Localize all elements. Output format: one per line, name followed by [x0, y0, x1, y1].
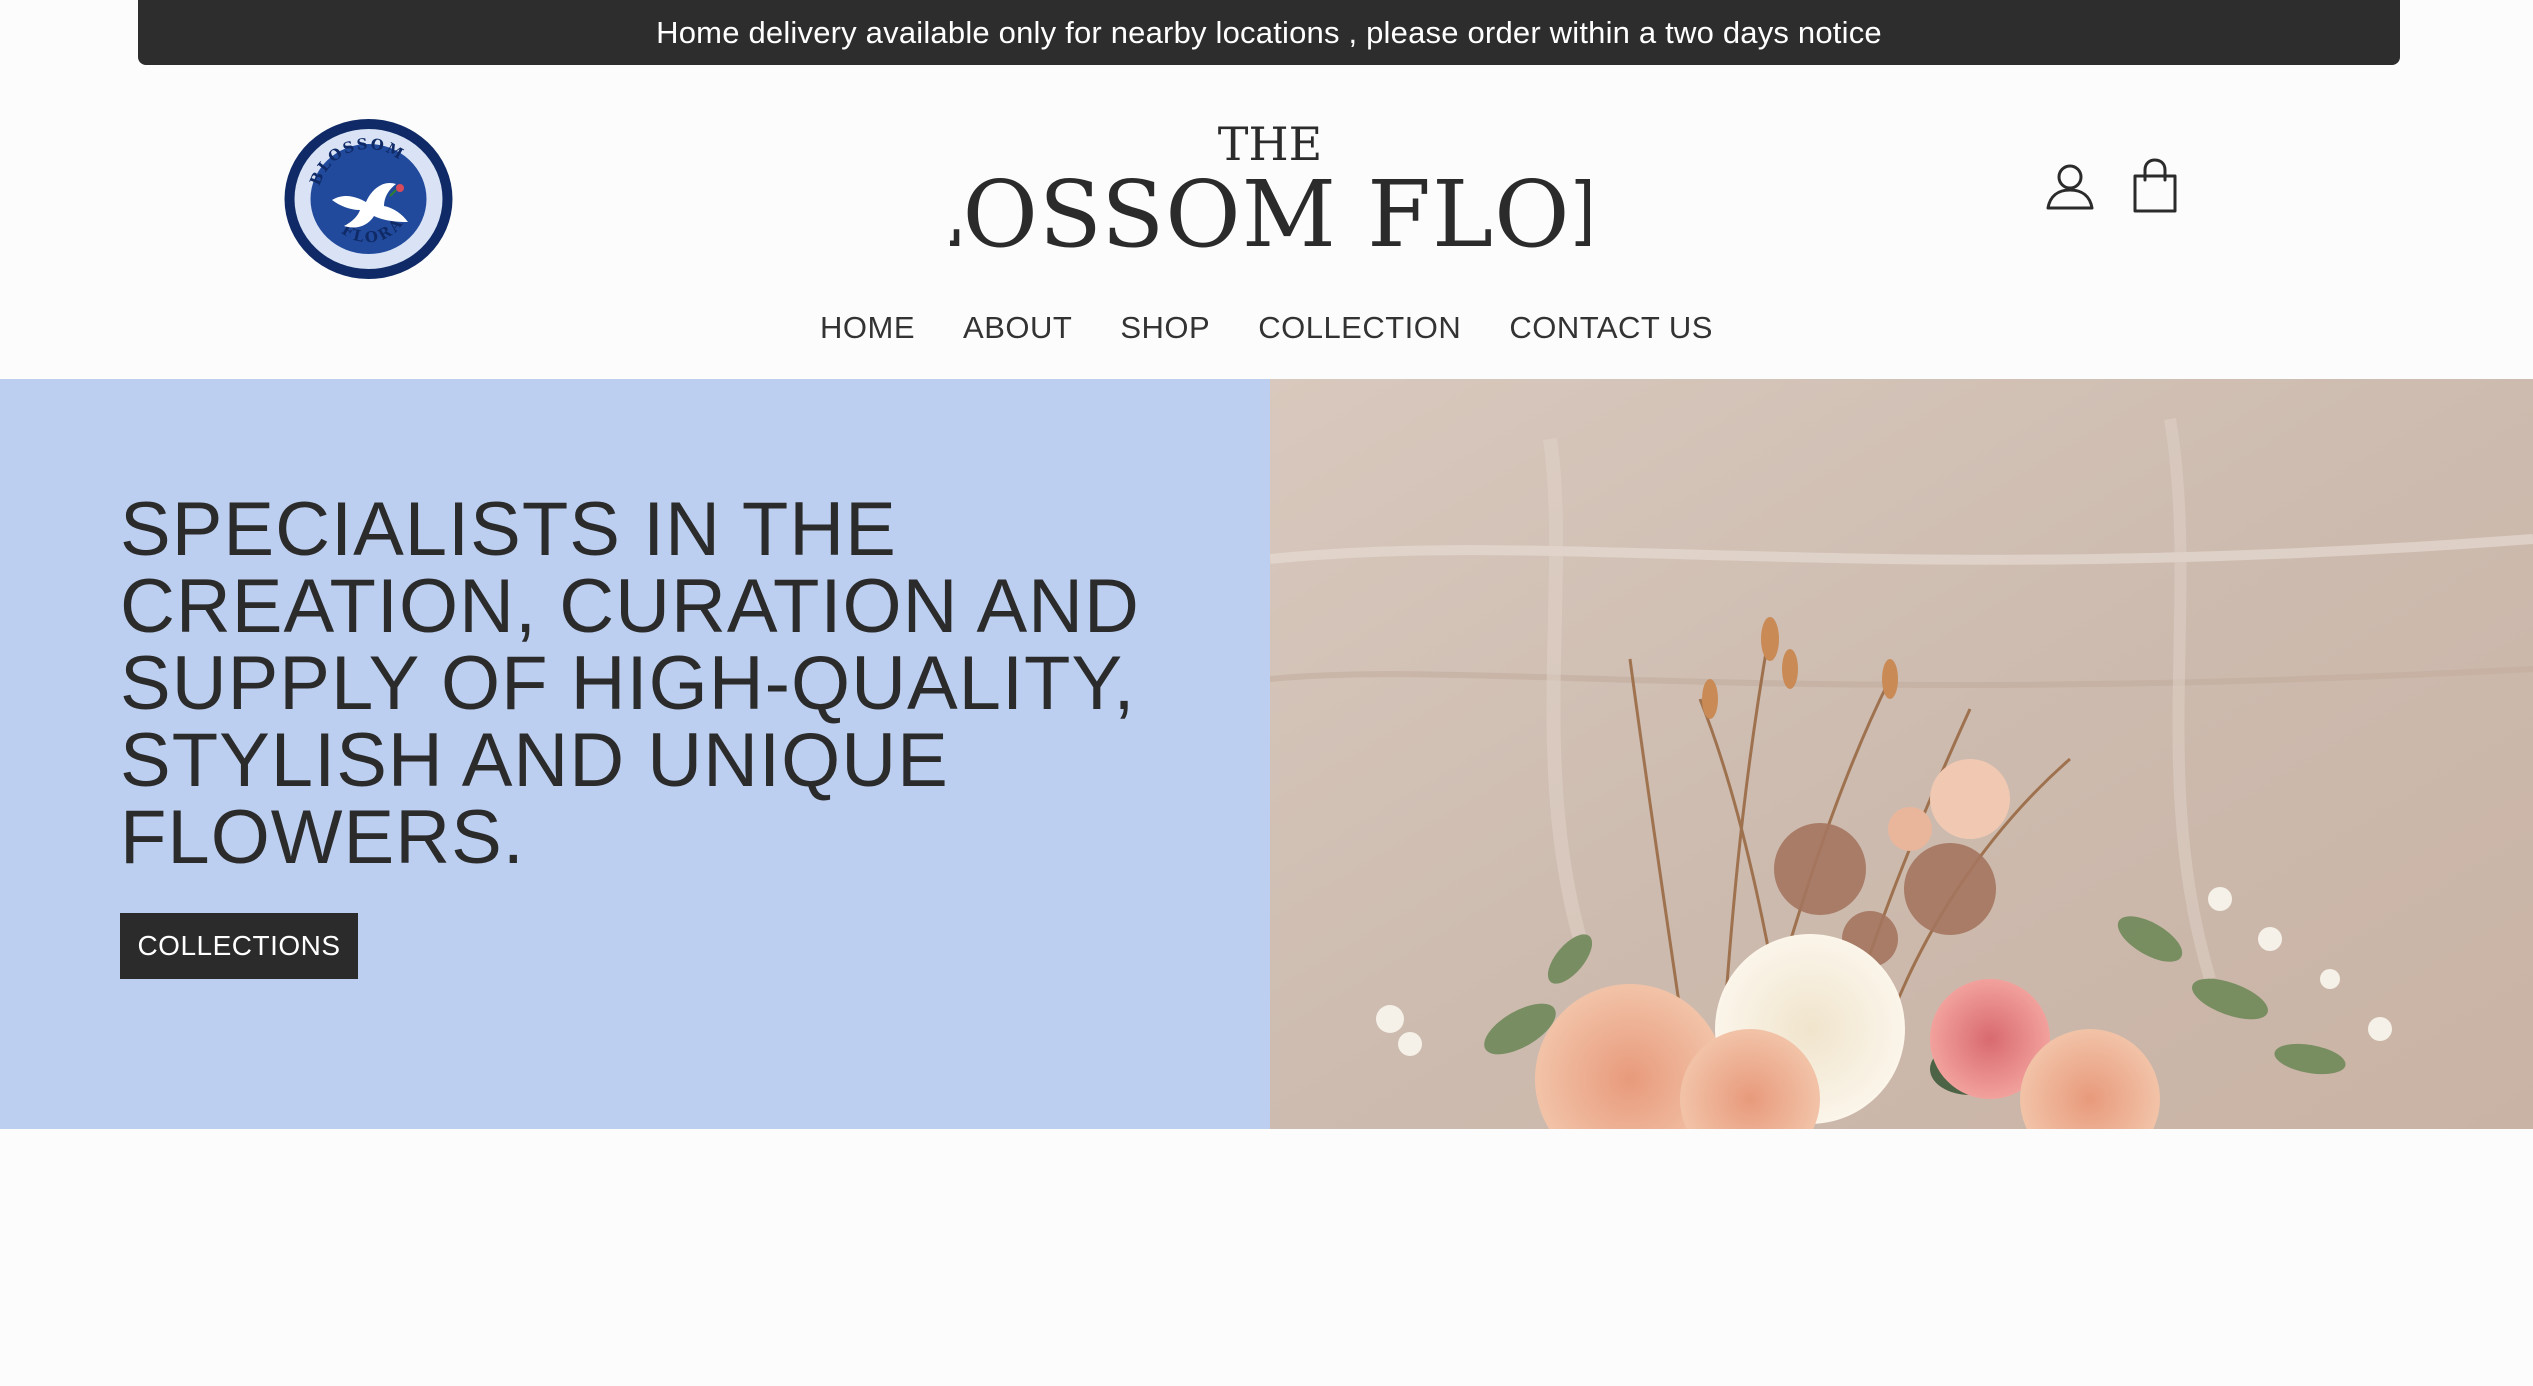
- hero-text-panel: SPECIALISTS IN THE CREATION, CURATION AN…: [0, 379, 1270, 1129]
- hero-heading-line: SPECIALISTS IN THE: [120, 487, 897, 572]
- nav-collection[interactable]: COLLECTION: [1258, 306, 1461, 350]
- wordmark-name: BLOSSOM FLORA: [950, 161, 1590, 262]
- brand-wordmark[interactable]: THE BLOSSOM FLORA: [950, 112, 1590, 262]
- collections-button[interactable]: COLLECTIONS: [120, 913, 358, 979]
- account-icon[interactable]: [2044, 160, 2096, 212]
- hero-section: SPECIALISTS IN THE CREATION, CURATION AN…: [0, 379, 2533, 1129]
- nav-shop[interactable]: SHOP: [1120, 306, 1210, 350]
- hero-heading: SPECIALISTS IN THE CREATION, CURATION AN…: [120, 491, 1240, 876]
- nav-contact-us[interactable]: CONTACT US: [1509, 306, 1713, 350]
- hero-flower-image: [1270, 379, 2533, 1129]
- brand-badge-logo[interactable]: BLOSSOM FLORA: [284, 118, 453, 280]
- hero-heading-line: SUPPLY OF HIGH-QUALITY,: [120, 641, 1136, 726]
- hero-heading-line: FLOWERS.: [120, 795, 525, 880]
- nav-home[interactable]: HOME: [820, 306, 915, 350]
- nav-about[interactable]: ABOUT: [963, 306, 1072, 350]
- hero-heading-line: STYLISH AND UNIQUE: [120, 718, 949, 803]
- shopping-bag-icon[interactable]: [2130, 158, 2180, 214]
- page: Home delivery available only for nearby …: [0, 0, 2533, 1386]
- hero-heading-line: CREATION, CURATION AND: [120, 564, 1140, 649]
- announcement-bar: Home delivery available only for nearby …: [138, 0, 2400, 65]
- main-nav: HOME ABOUT SHOP COLLECTION CONTACT US: [0, 306, 2533, 350]
- announcement-text: Home delivery available only for nearby …: [656, 14, 1882, 50]
